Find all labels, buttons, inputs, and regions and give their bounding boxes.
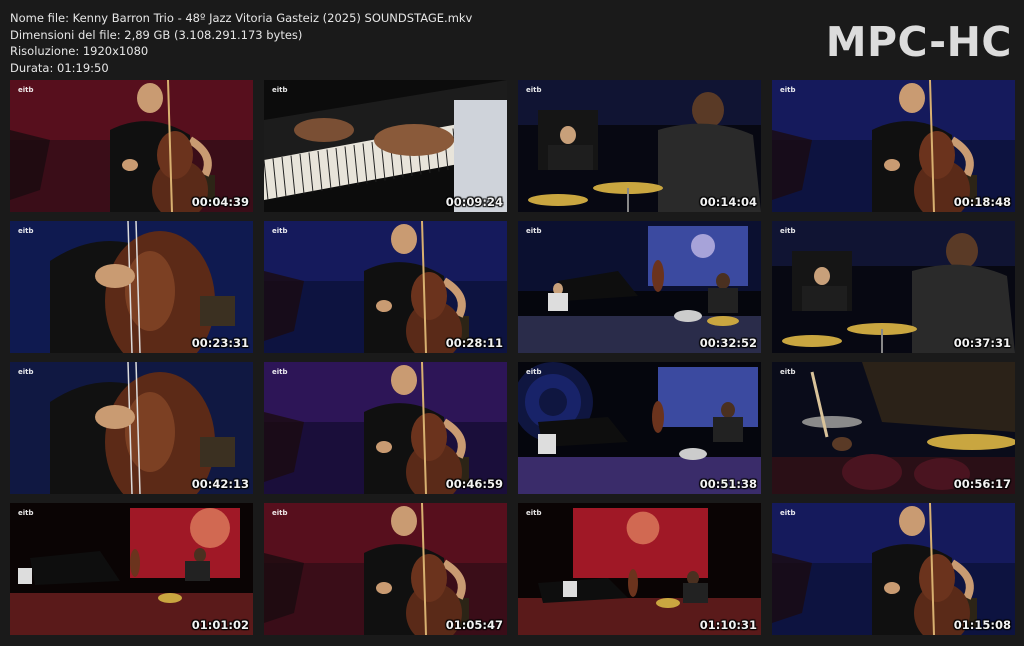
thumbnail-timestamp: 00:09:24 — [445, 195, 503, 209]
channel-logo: eitb — [272, 227, 288, 235]
channel-logo: eitb — [780, 368, 796, 376]
thumbnail-timestamp: 00:18:48 — [953, 195, 1011, 209]
brand-logo: MPC-HC — [825, 18, 1012, 66]
video-thumbnail[interactable]: eitb 01:10:31 — [518, 503, 761, 635]
video-thumbnail[interactable]: eitb 00:56:17 — [772, 362, 1015, 494]
video-thumbnail[interactable]: eitb 00:37:31 — [772, 221, 1015, 353]
file-size: Dimensioni del file: 2,89 GB (3.108.291.… — [10, 27, 303, 42]
channel-logo: eitb — [526, 227, 542, 235]
thumbnail-timestamp: 01:01:02 — [191, 618, 249, 632]
thumbnail-timestamp: 00:28:11 — [445, 336, 503, 350]
channel-logo: eitb — [272, 368, 288, 376]
channel-logo: eitb — [18, 509, 34, 517]
channel-logo: eitb — [272, 86, 288, 94]
video-thumbnail[interactable]: eitb 00:28:11 — [264, 221, 507, 353]
channel-logo: eitb — [526, 86, 542, 94]
thumbnail-timestamp: 00:51:38 — [699, 477, 757, 491]
thumbnail-timestamp: 00:32:52 — [699, 336, 757, 350]
thumbnail-timestamp: 00:37:31 — [953, 336, 1011, 350]
thumbnail-timestamp: 00:42:13 — [191, 477, 249, 491]
thumbnail-timestamp: 01:15:08 — [953, 618, 1011, 632]
file-resolution: Risoluzione: 1920x1080 — [10, 44, 149, 59]
thumbnail-timestamp: 01:10:31 — [699, 618, 757, 632]
thumbnail-timestamp: 00:23:31 — [191, 336, 249, 350]
thumbnail-timestamp: 00:46:59 — [445, 477, 503, 491]
channel-logo: eitb — [272, 509, 288, 517]
channel-logo: eitb — [780, 86, 796, 94]
video-thumbnail[interactable]: eitb 00:04:39 — [10, 80, 253, 212]
channel-logo: eitb — [18, 227, 34, 235]
video-thumbnail[interactable]: eitb 00:09:24 — [264, 80, 507, 212]
video-thumbnail[interactable]: eitb 00:46:59 — [264, 362, 507, 494]
channel-logo: eitb — [18, 86, 34, 94]
thumbnail-timestamp: 01:05:47 — [445, 618, 503, 632]
video-thumbnail[interactable]: eitb 00:23:31 — [10, 221, 253, 353]
thumbnail-timestamp: 00:04:39 — [191, 195, 249, 209]
file-info: Nome file: Kenny Barron Trio - 48º Jazz … — [10, 10, 472, 76]
thumbnail-timestamp: 00:56:17 — [953, 477, 1011, 491]
channel-logo: eitb — [526, 509, 542, 517]
video-thumbnail[interactable]: eitb 00:51:38 — [518, 362, 761, 494]
video-thumbnail[interactable]: eitb 01:01:02 — [10, 503, 253, 635]
channel-logo: eitb — [780, 509, 796, 517]
video-thumbnail[interactable]: eitb 00:42:13 — [10, 362, 253, 494]
video-thumbnail[interactable]: eitb 01:05:47 — [264, 503, 507, 635]
video-thumbnail[interactable]: eitb 00:32:52 — [518, 221, 761, 353]
video-thumbnail[interactable]: eitb 00:14:04 — [518, 80, 761, 212]
video-thumbnail[interactable]: eitb 01:15:08 — [772, 503, 1015, 635]
thumbnail-timestamp: 00:14:04 — [699, 195, 757, 209]
channel-logo: eitb — [780, 227, 796, 235]
channel-logo: eitb — [526, 368, 542, 376]
video-thumbnail[interactable]: eitb 00:18:48 — [772, 80, 1015, 212]
thumbnail-grid: eitb 00:04:39 eitb 00:09:24 eitb 00:14:04 e… — [10, 80, 1015, 637]
file-name: Nome file: Kenny Barron Trio - 48º Jazz … — [10, 11, 473, 25]
file-duration: Durata: 01:19:50 — [10, 60, 109, 75]
channel-logo: eitb — [18, 368, 34, 376]
